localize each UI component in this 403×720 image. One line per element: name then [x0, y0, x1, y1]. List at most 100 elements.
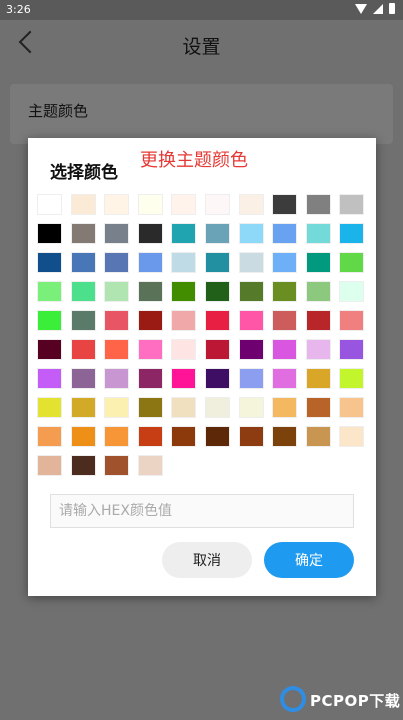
color-swatch[interactable] [272, 281, 298, 302]
color-swatch[interactable] [137, 455, 163, 476]
color-swatch[interactable] [137, 194, 163, 215]
color-swatch[interactable] [37, 194, 62, 215]
color-swatch[interactable] [70, 310, 96, 331]
color-swatch[interactable] [104, 426, 130, 447]
color-swatch[interactable] [339, 223, 365, 244]
dialog-annotation: 更换主题颜色 [140, 150, 248, 171]
color-swatch[interactable] [37, 281, 62, 302]
color-swatch[interactable] [104, 339, 130, 360]
color-swatch[interactable] [70, 339, 96, 360]
color-swatch[interactable] [37, 455, 62, 476]
color-swatch[interactable] [272, 223, 298, 244]
color-swatch[interactable] [238, 252, 264, 273]
color-swatch[interactable] [305, 194, 331, 215]
color-swatch[interactable] [305, 310, 331, 331]
color-swatch[interactable] [70, 455, 96, 476]
color-swatch[interactable] [238, 339, 264, 360]
color-swatch[interactable] [171, 368, 197, 389]
color-swatch[interactable] [272, 339, 298, 360]
color-swatch[interactable] [204, 281, 230, 302]
color-swatch[interactable] [137, 339, 163, 360]
color-swatch[interactable] [171, 194, 197, 215]
color-swatch[interactable] [104, 281, 130, 302]
color-swatch[interactable] [37, 223, 62, 244]
color-swatch[interactable] [305, 281, 331, 302]
color-swatch[interactable] [171, 339, 197, 360]
color-swatch[interactable] [37, 368, 62, 389]
color-swatch[interactable] [171, 223, 197, 244]
color-swatch[interactable] [70, 281, 96, 302]
color-swatch[interactable] [104, 368, 130, 389]
color-swatch[interactable] [70, 194, 96, 215]
color-swatch[interactable] [137, 310, 163, 331]
color-swatch[interactable] [339, 310, 365, 331]
color-swatch[interactable] [272, 252, 298, 273]
color-swatch[interactable] [70, 426, 96, 447]
color-swatch[interactable] [305, 252, 331, 273]
color-swatch[interactable] [272, 397, 298, 418]
color-swatch[interactable] [305, 223, 331, 244]
color-swatch[interactable] [104, 252, 130, 273]
color-swatch[interactable] [204, 194, 230, 215]
color-swatch[interactable] [137, 252, 163, 273]
color-swatch[interactable] [339, 426, 365, 447]
color-swatch[interactable] [104, 194, 130, 215]
color-swatch[interactable] [272, 194, 298, 215]
color-swatch[interactable] [171, 310, 197, 331]
color-swatch[interactable] [104, 455, 130, 476]
color-swatch[interactable] [238, 368, 264, 389]
color-swatch[interactable] [171, 397, 197, 418]
color-swatch[interactable] [305, 339, 331, 360]
color-swatch[interactable] [238, 194, 264, 215]
theme-color-row[interactable]: 主题颜色 [10, 84, 393, 144]
color-swatch[interactable] [339, 397, 365, 418]
color-swatch[interactable] [70, 397, 96, 418]
color-swatch[interactable] [137, 426, 163, 447]
color-swatch[interactable] [37, 397, 62, 418]
color-swatch[interactable] [137, 397, 163, 418]
color-swatch[interactable] [305, 397, 331, 418]
watermark-text: PCPOP下载 [310, 692, 401, 710]
color-swatch[interactable] [204, 339, 230, 360]
color-swatch[interactable] [37, 426, 62, 447]
color-swatch[interactable] [137, 223, 163, 244]
color-swatch[interactable] [70, 223, 96, 244]
color-swatch[interactable] [37, 339, 62, 360]
color-swatch[interactable] [339, 339, 365, 360]
color-swatch[interactable] [339, 252, 365, 273]
color-swatch[interactable] [238, 281, 264, 302]
color-swatch[interactable] [37, 252, 62, 273]
color-swatch[interactable] [238, 223, 264, 244]
color-swatch[interactable] [272, 310, 298, 331]
color-swatch[interactable] [272, 426, 298, 447]
color-swatch[interactable] [339, 281, 365, 302]
color-swatch[interactable] [204, 310, 230, 331]
color-swatch[interactable] [171, 281, 197, 302]
color-swatch[interactable] [305, 368, 331, 389]
color-swatch[interactable] [104, 310, 130, 331]
color-swatch[interactable] [171, 426, 197, 447]
color-swatch[interactable] [204, 223, 230, 244]
color-swatch[interactable] [171, 252, 197, 273]
color-swatch[interactable] [238, 426, 264, 447]
color-swatch[interactable] [305, 426, 331, 447]
color-swatch[interactable] [137, 368, 163, 389]
color-swatch[interactable] [104, 223, 130, 244]
color-swatch[interactable] [272, 368, 298, 389]
cancel-button[interactable]: 取消 [162, 542, 252, 578]
color-swatch[interactable] [204, 426, 230, 447]
color-swatch[interactable] [70, 368, 96, 389]
color-swatch[interactable] [104, 397, 130, 418]
color-swatch[interactable] [238, 397, 264, 418]
color-swatch[interactable] [339, 368, 365, 389]
color-swatch[interactable] [204, 397, 230, 418]
color-swatch[interactable] [204, 252, 230, 273]
color-swatch[interactable] [37, 310, 62, 331]
hex-color-input[interactable] [50, 494, 354, 528]
ok-button[interactable]: 确定 [264, 542, 354, 578]
color-swatch[interactable] [339, 194, 365, 215]
color-swatch[interactable] [204, 368, 230, 389]
color-swatch[interactable] [137, 281, 163, 302]
color-swatch[interactable] [238, 310, 264, 331]
color-swatch[interactable] [70, 252, 96, 273]
